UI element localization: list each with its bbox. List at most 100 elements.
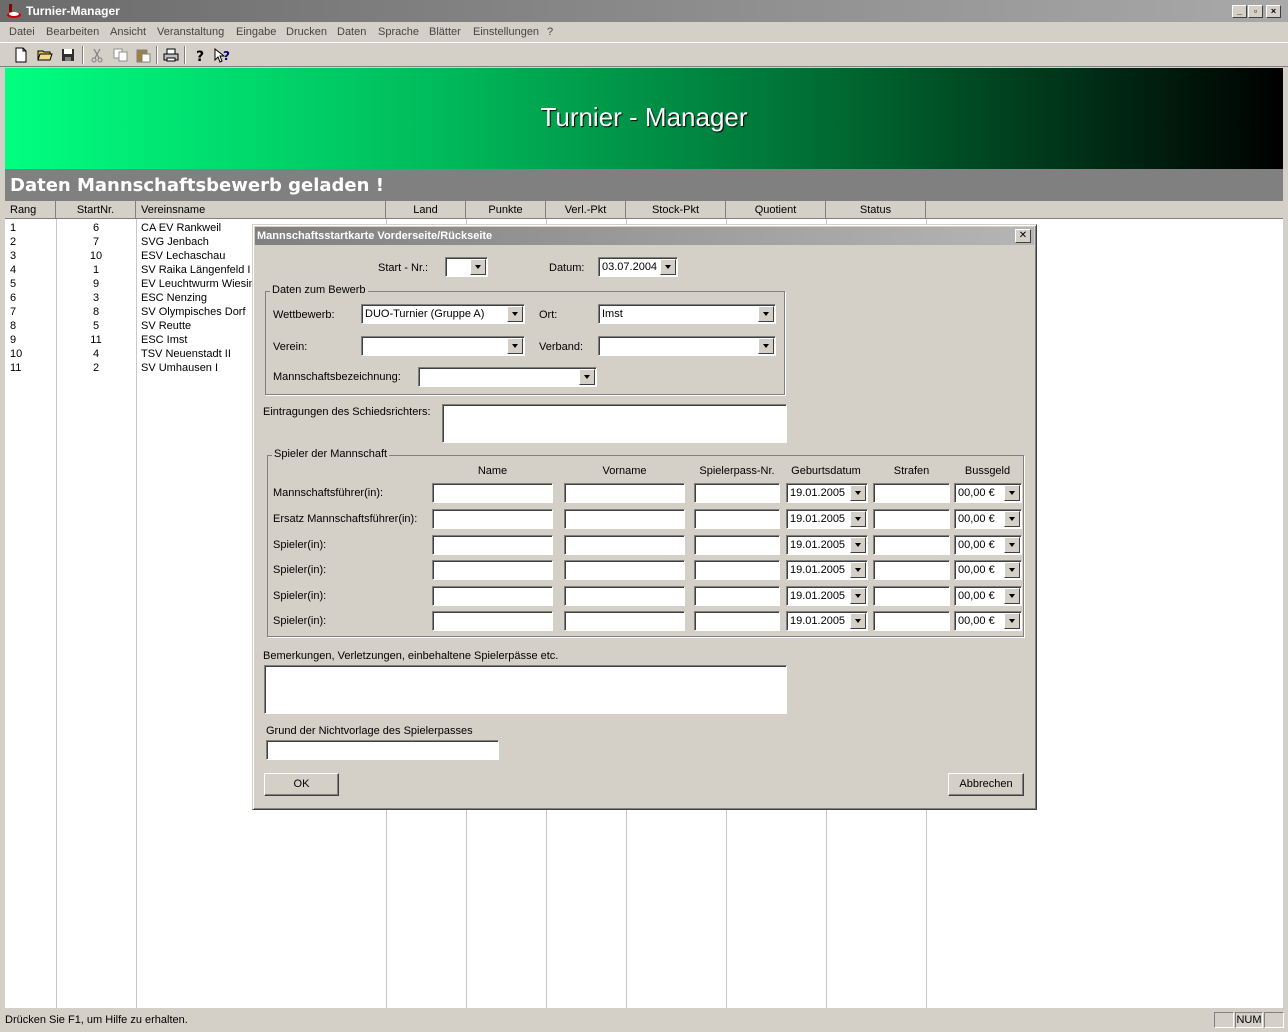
grund-input[interactable] xyxy=(266,740,499,760)
schiedsrichter-textarea[interactable] xyxy=(442,404,787,443)
bussgeld-combo[interactable]: 00,00 € xyxy=(954,586,1022,606)
menu-help[interactable]: ? xyxy=(547,26,553,38)
geburtsdatum-picker[interactable]: 19.01.2005 xyxy=(786,535,868,555)
menu-bearbeiten[interactable]: Bearbeiten xyxy=(46,26,99,38)
chevron-down-icon[interactable] xyxy=(850,562,866,578)
name-input[interactable] xyxy=(432,611,553,631)
vorname-input[interactable] xyxy=(564,586,685,606)
bussgeld-combo[interactable]: 00,00 € xyxy=(954,560,1022,580)
menu-veranstaltung[interactable]: Veranstaltung xyxy=(157,26,224,38)
chevron-down-icon[interactable] xyxy=(850,537,866,553)
col-verl-pkt[interactable]: Verl.-Pkt xyxy=(546,201,626,219)
name-input[interactable] xyxy=(432,535,553,555)
datum-picker[interactable]: 03.07.2004 xyxy=(598,257,678,277)
start-nr-combo[interactable] xyxy=(445,257,488,277)
restore-button[interactable]: ▫ xyxy=(1248,5,1263,18)
mannschaft-combo[interactable] xyxy=(418,367,597,387)
name-input[interactable] xyxy=(432,586,553,606)
new-file-icon[interactable] xyxy=(11,46,31,64)
geburtsdatum-picker[interactable]: 19.01.2005 xyxy=(786,509,868,529)
chevron-down-icon[interactable] xyxy=(1004,588,1020,604)
chevron-down-icon[interactable] xyxy=(507,338,523,354)
chevron-down-icon[interactable] xyxy=(850,485,866,501)
strafen-input[interactable] xyxy=(873,611,950,631)
chevron-down-icon[interactable] xyxy=(1004,613,1020,629)
vorname-input[interactable] xyxy=(564,535,685,555)
print-icon[interactable] xyxy=(161,46,181,64)
chevron-down-icon[interactable] xyxy=(758,338,774,354)
col-land[interactable]: Land xyxy=(386,201,466,219)
copy-icon[interactable] xyxy=(110,46,130,64)
paste-icon[interactable] xyxy=(133,46,153,64)
verband-combo[interactable] xyxy=(598,336,776,356)
col-rang[interactable]: Rang xyxy=(5,201,56,219)
menu-blaetter[interactable]: Blätter xyxy=(429,26,461,38)
menu-ansicht[interactable]: Ansicht xyxy=(110,26,146,38)
chevron-down-icon[interactable] xyxy=(1004,485,1020,501)
bussgeld-combo[interactable]: 00,00 € xyxy=(954,483,1022,503)
strafen-input[interactable] xyxy=(873,560,950,580)
name-input[interactable] xyxy=(432,483,553,503)
spielerpass-input[interactable] xyxy=(694,535,780,555)
col-stock-pkt[interactable]: Stock-Pkt xyxy=(626,201,726,219)
vorname-input[interactable] xyxy=(564,483,685,503)
minimize-button[interactable]: _ xyxy=(1232,5,1247,18)
geburtsdatum-picker[interactable]: 19.01.2005 xyxy=(786,483,868,503)
context-help-icon[interactable]: ? xyxy=(213,46,233,64)
menu-eingabe[interactable]: Eingabe xyxy=(236,26,276,38)
geburtsdatum-picker[interactable]: 19.01.2005 xyxy=(786,611,868,631)
help-icon[interactable]: ? xyxy=(190,46,210,64)
name-input[interactable] xyxy=(432,509,553,529)
ort-combo[interactable]: Imst xyxy=(598,304,776,324)
verein-combo[interactable] xyxy=(361,336,525,356)
vorname-input[interactable] xyxy=(564,560,685,580)
cancel-button[interactable]: Abbrechen xyxy=(948,773,1024,796)
ok-button[interactable]: OK xyxy=(264,773,339,796)
menu-daten[interactable]: Daten xyxy=(337,26,366,38)
strafen-input[interactable] xyxy=(873,586,950,606)
chevron-down-icon[interactable] xyxy=(758,306,774,322)
cut-icon[interactable] xyxy=(87,46,107,64)
bemerkungen-textarea[interactable] xyxy=(264,665,787,714)
col-vereinsname[interactable]: Vereinsname xyxy=(136,201,386,219)
chevron-down-icon[interactable] xyxy=(660,259,676,275)
save-icon[interactable] xyxy=(58,46,78,64)
col-punkte[interactable]: Punkte xyxy=(466,201,546,219)
menu-drucken[interactable]: Drucken xyxy=(286,26,327,38)
strafen-input[interactable] xyxy=(873,483,950,503)
menu-einstellungen[interactable]: Einstellungen xyxy=(473,26,539,38)
menu-sprache[interactable]: Sprache xyxy=(378,26,419,38)
spielerpass-input[interactable] xyxy=(694,560,780,580)
geburtsdatum-picker[interactable]: 19.01.2005 xyxy=(786,560,868,580)
chevron-down-icon[interactable] xyxy=(850,588,866,604)
col-quotient[interactable]: Quotient xyxy=(726,201,826,219)
spielerpass-input[interactable] xyxy=(694,611,780,631)
chevron-down-icon[interactable] xyxy=(850,511,866,527)
chevron-down-icon[interactable] xyxy=(1004,537,1020,553)
chevron-down-icon[interactable] xyxy=(470,259,486,275)
bussgeld-combo[interactable]: 00,00 € xyxy=(954,535,1022,555)
open-folder-icon[interactable] xyxy=(35,46,55,64)
chevron-down-icon[interactable] xyxy=(1004,562,1020,578)
vorname-input[interactable] xyxy=(564,509,685,529)
chevron-down-icon[interactable] xyxy=(1004,511,1020,527)
spielerpass-input[interactable] xyxy=(694,586,780,606)
name-input[interactable] xyxy=(432,560,553,580)
strafen-input[interactable] xyxy=(873,535,950,555)
bussgeld-combo[interactable]: 00,00 € xyxy=(954,611,1022,631)
strafen-input[interactable] xyxy=(873,509,950,529)
chevron-down-icon[interactable] xyxy=(579,369,595,385)
geburtsdatum-picker[interactable]: 19.01.2005 xyxy=(786,586,868,606)
close-button[interactable]: × xyxy=(1266,5,1281,18)
menu-datei[interactable]: Datei xyxy=(9,26,35,38)
chevron-down-icon[interactable] xyxy=(507,306,523,322)
col-status[interactable]: Status xyxy=(826,201,926,219)
spielerpass-input[interactable] xyxy=(694,483,780,503)
col-startnr[interactable]: StartNr. xyxy=(56,201,136,219)
dialog-close-button[interactable]: ✕ xyxy=(1015,229,1031,243)
wettbewerb-combo[interactable]: DUO-Turnier (Gruppe A) xyxy=(361,304,525,324)
spielerpass-input[interactable] xyxy=(694,509,780,529)
chevron-down-icon[interactable] xyxy=(850,613,866,629)
bussgeld-combo[interactable]: 00,00 € xyxy=(954,509,1022,529)
vorname-input[interactable] xyxy=(564,611,685,631)
